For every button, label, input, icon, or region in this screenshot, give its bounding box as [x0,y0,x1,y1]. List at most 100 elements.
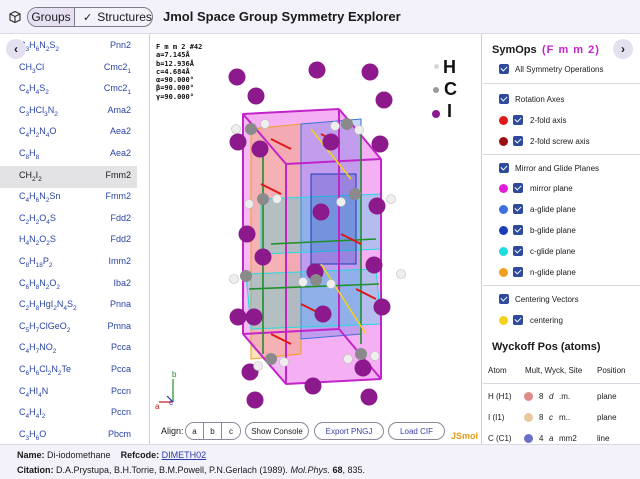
b-glide-checkbox[interactable] [513,225,523,235]
symops-panel: SymOps (F m m 2) › All Symmetry Operatio… [483,34,640,444]
structure-space-group: Fdd2 [110,212,131,223]
unit-cell-info: F m m 2 #42 a=7.145Å b=12.936Å c=4.684Å … [156,43,203,101]
forward-button[interactable]: › [613,39,633,59]
iodine-atom [365,256,383,274]
structure-list-item[interactable]: C4H4I2 Pccn [0,403,137,425]
show-console-button[interactable]: Show Console [245,422,309,440]
structure-list-item[interactable]: CH2I2 Fmm2 [0,165,137,188]
page-title: Jmol Space Group Symmetry Explorer [163,9,401,24]
iodine-atom [228,68,246,86]
iodine-atom [354,359,372,377]
structure-space-group: Pmna [107,320,131,331]
hydrogen-atom [343,354,353,364]
structure-space-group: Aea2 [109,126,131,137]
jsmol-viewer[interactable]: abc F m m 2 #42 a=7.145Å b=12.936Å c=4.6… [151,34,482,444]
structure-list-item[interactable]: C4H7NO2 Pcca [0,338,137,360]
hydrogen-atom [229,274,239,284]
align-a-button[interactable]: a [186,423,204,439]
centering-label: centering [530,316,563,325]
a-glide-checkbox[interactable] [513,204,523,214]
n-glide-checkbox[interactable] [513,267,523,277]
all-ops-label: All Symmetry Operations [515,65,604,74]
structure-space-group: Ama2 [107,104,131,115]
structure-list-item[interactable]: C3H6O Pbcm [0,425,137,444]
centering-vectors-label: Centering Vectors [515,295,579,304]
twofold-screw-label: 2-fold screw axis [530,137,590,146]
c-glide-checkbox[interactable] [513,246,523,256]
all-ops-checkbox[interactable] [499,64,509,74]
groups-tab[interactable]: Groups [28,8,75,26]
centering-vectors-checkbox[interactable] [499,294,509,304]
iodine-atom [361,63,379,81]
align-c-button[interactable]: c [222,423,240,439]
structure-space-group: Fdd2 [110,234,131,245]
back-button[interactable]: ‹ [6,39,26,59]
divider [483,154,640,155]
structure-list-item[interactable]: C8H18P2 Imm2 [0,252,137,274]
structure-space-group: Cmc21 [103,61,131,75]
load-cif-button[interactable]: Load CIF [388,422,445,440]
structures-tab[interactable]: ✓ Structures [75,8,152,26]
mirror-plane-checkbox[interactable] [513,183,523,193]
wyckoff-mult: 8 [539,392,544,401]
carbon-atom [341,118,353,130]
centering-checkbox[interactable] [513,315,523,325]
align-b-button[interactable]: b [204,423,222,439]
structure-list-item[interactable]: C4H4S2 Cmc21 [0,79,137,101]
structure-space-group: Pccn [110,407,131,418]
structure-list-item[interactable]: C6H6Cl2N2Te Pcca [0,360,137,382]
iodine-atom [322,133,340,151]
refcode-link[interactable]: DIMETH02 [162,450,207,460]
citation-authors: D.A.Prystupa, B.H.Torrie, B.M.Powell, P.… [56,465,288,475]
c-glide-swatch [499,247,508,256]
twofold-screw-checkbox[interactable] [513,136,523,146]
iodine-atom [312,203,330,221]
wyckoff-position: plane [597,413,617,422]
mirror-plane-label: mirror plane [530,184,573,193]
structure-space-group: Pbcm [107,428,131,439]
structure-formula: C4HI4N [19,385,49,399]
structure-formula: C4H6N2Sn [19,191,61,204]
structure-list-item[interactable]: C4H6N2Sn Fmm2 [0,187,137,209]
iodine-atom [229,133,247,151]
wyckoff-mult: 4 [539,434,544,443]
structure-list-item[interactable]: CH3Cl Cmc21 [0,58,137,80]
export-png-button[interactable]: Export PNGJ [314,422,384,440]
mirror-plane-swatch [499,184,508,193]
structure-formula: H4N2O2S [19,234,56,248]
structure-list-item[interactable]: C6H8N2O2 Iba2 [0,274,137,296]
legend-carbon-label: C [444,79,457,99]
wyckoff-site: m.. [559,413,571,422]
structure-list-item[interactable]: C3HCl3N2 Ama2 [0,101,137,123]
hydrogen-atom [253,361,263,371]
iodine-atom [373,298,391,316]
structure-list-item[interactable]: C4H2N4O Aea2 [0,122,137,144]
structure-list-item[interactable]: C8H8 Aea2 [0,144,137,166]
structure-list-item[interactable]: C2H8HgI2N4S2 Pnna [0,295,137,317]
jsmol-logo[interactable]: JSmol [451,431,478,441]
structure-list-item[interactable]: C2H2O4S Fdd2 [0,209,137,231]
divider [483,383,640,384]
scrollbar[interactable] [138,34,149,444]
mirror-glide-checkbox[interactable] [499,163,509,173]
hydrogen-atom [396,269,406,279]
structure-space-group: Iba2 [113,277,131,288]
structure-formula: C6H6Cl2N2Te [19,364,72,377]
legend-hydrogen-dot [434,64,439,69]
a-glide-label: a-glide plane [530,205,576,214]
a-glide-swatch [499,205,508,214]
citation-journal: Mol.Phys. [290,465,330,475]
structure-space-group: Fmm2 [105,169,132,180]
rotation-axes-checkbox[interactable] [499,94,509,104]
twofold-axis-checkbox[interactable] [513,115,523,125]
structure-formula: CH2I2 [19,169,42,183]
hydrogen-atom [272,194,282,204]
structure-space-group: Pnn2 [109,40,131,50]
structure-name: Di-iodomethane [47,450,111,460]
wyckoff-position: plane [597,392,617,401]
structure-list-item[interactable]: C4HI4N Pccn [0,382,137,404]
iodine-atom [375,91,393,109]
structure-list-item[interactable]: C5H7ClGeO2 Pmna [0,317,137,339]
structure-list-item[interactable]: H4N2O2S Fdd2 [0,230,137,252]
wyckoff-site: mm2 [559,434,577,443]
